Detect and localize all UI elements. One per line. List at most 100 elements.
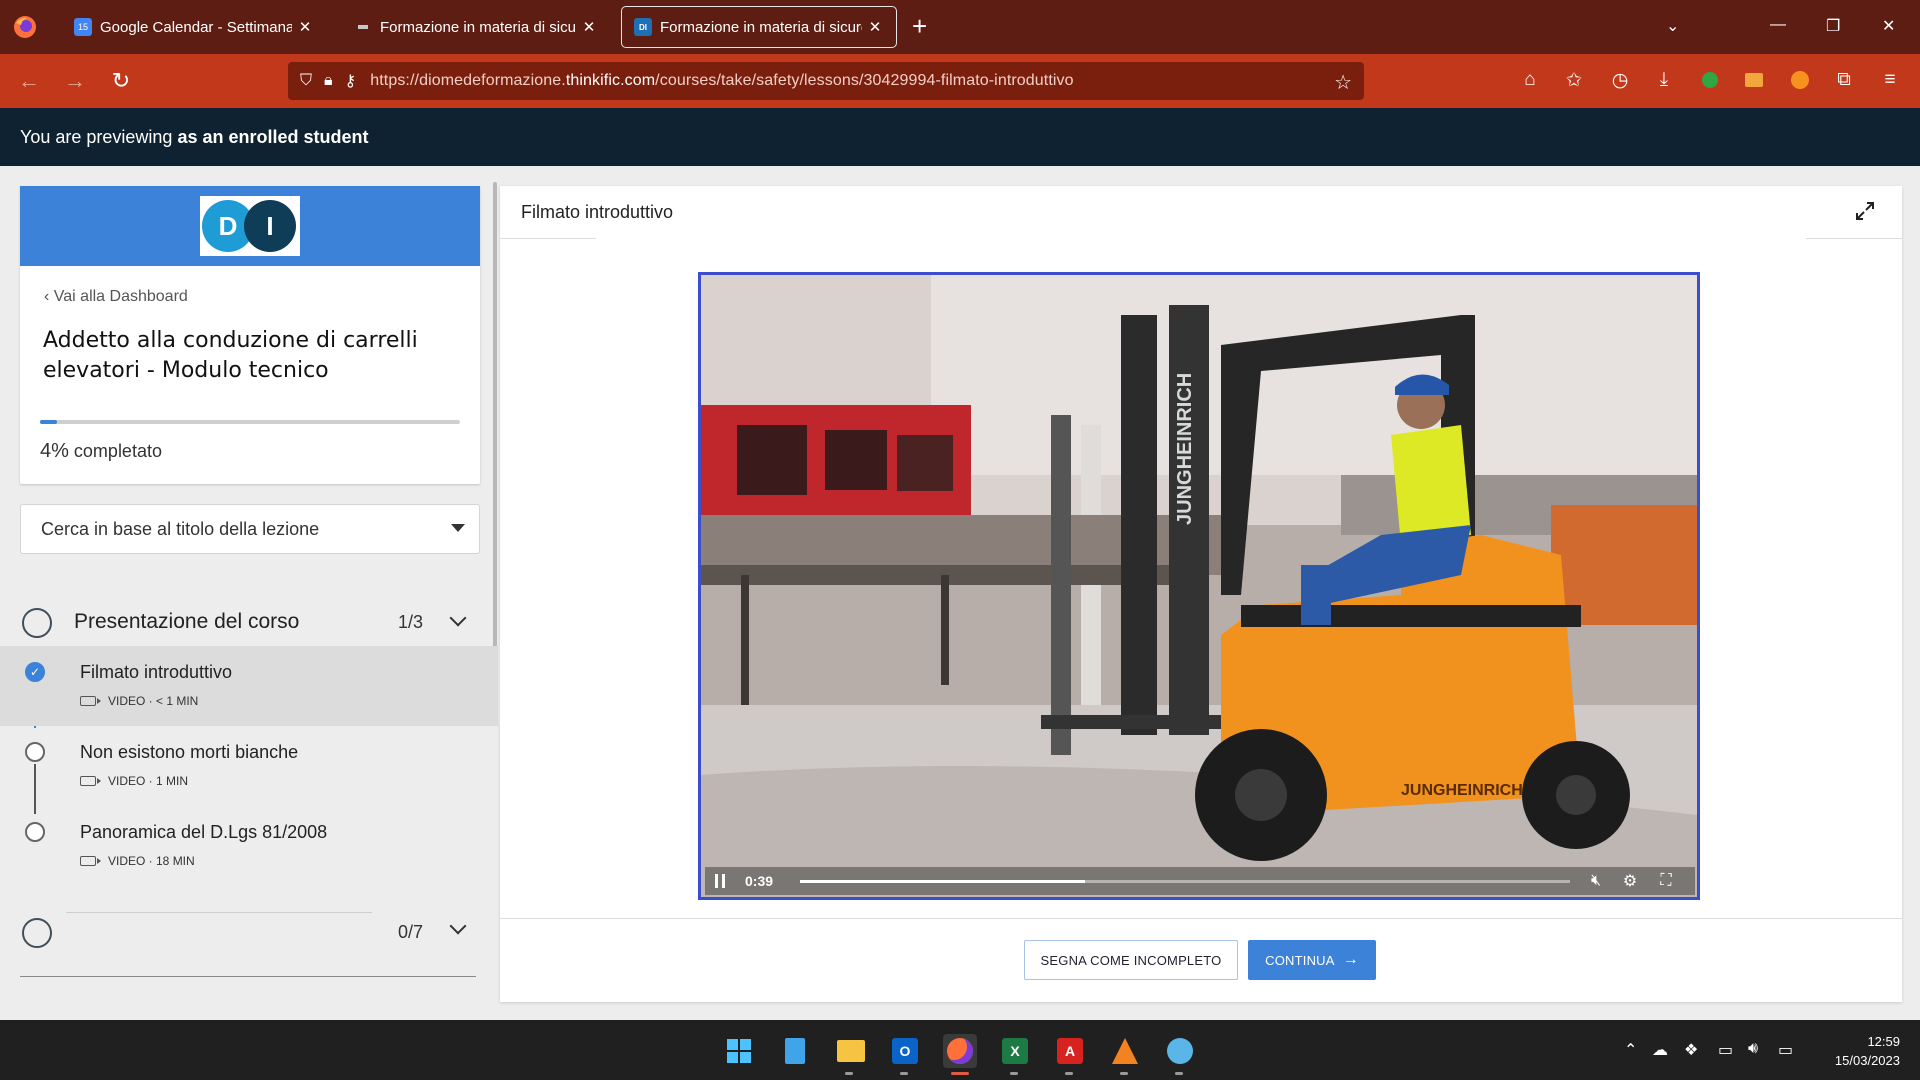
app-indicator (1175, 1072, 1183, 1075)
chapter-title: Presentazione del corso (74, 610, 300, 633)
course-progress-label: 4% completato (40, 440, 162, 462)
volume-icon[interactable]: 🔊︎ (1748, 1040, 1758, 1058)
list-all-tabs-icon[interactable]: ⌄ (1666, 16, 1679, 36)
pause-button[interactable] (705, 867, 735, 895)
vlc-icon[interactable] (1108, 1034, 1142, 1068)
extension-orange-icon[interactable] (1786, 66, 1814, 94)
fullscreen-icon[interactable]: ⛶ (1655, 871, 1677, 891)
video-seek-played (800, 880, 1085, 883)
expand-icon[interactable] (1854, 200, 1876, 222)
volume-muted-icon[interactable]: 🔇︎ (1585, 871, 1607, 891)
notepad-icon[interactable] (778, 1034, 812, 1068)
acrobat-icon[interactable]: A (1053, 1034, 1087, 1068)
course-title: Addetto alla conduzione di carrelli elev… (43, 328, 418, 383)
tab-title: Formazione in materia di sicurez (380, 18, 576, 36)
outlook-icon[interactable]: O (888, 1034, 922, 1068)
course-progress-bar (40, 420, 460, 424)
thinkific-icon (354, 18, 372, 36)
lesson-item-panoramica-dlgs[interactable]: Panoramica del D.Lgs 81/2008 VIDEO · 18 … (0, 806, 498, 886)
minimize-icon[interactable]: — (1770, 16, 1786, 34)
chevron-down-icon[interactable] (449, 609, 467, 627)
chapter-status-icon (22, 918, 52, 948)
preview-text: You are previewing (20, 126, 173, 147)
video-seek-bar[interactable] (800, 880, 1570, 883)
continue-button[interactable]: CONTINUA → (1248, 940, 1376, 980)
tab-close-icon[interactable]: ✕ (580, 18, 598, 36)
lock-icon[interactable]: 🔒︎ (324, 72, 333, 90)
video-camera-icon (80, 856, 101, 866)
cast-icon[interactable] (1740, 66, 1768, 94)
history-icon[interactable]: ◷ (1606, 66, 1634, 94)
app-indicator (1065, 1072, 1073, 1075)
bookmark-star-icon[interactable]: ☆ (1334, 70, 1352, 95)
tab-formazione-active[interactable]: DI Formazione in materia di sicurez ✕ (621, 6, 897, 48)
header-divider (1806, 238, 1902, 239)
chapter-divider (20, 976, 476, 977)
tab-google-calendar[interactable]: 15 Google Calendar - Settimana de ✕ (62, 6, 326, 48)
course-sidebar: D I ‹ Vai alla Dashboard Addetto alla co… (0, 166, 498, 1020)
battery-icon[interactable]: ▭ (1778, 1040, 1793, 1060)
extensions-puzzle-icon[interactable]: ⧉ (1830, 66, 1858, 94)
tab-close-icon[interactable]: ✕ (296, 18, 314, 36)
dropdown-caret-icon (451, 524, 465, 532)
preview-banner: You are previewing as an enrolled studen… (0, 108, 1920, 166)
windows-taskbar: O X A ⌃ ☁ ❖ ▭ 🔊︎ ▭ 12:59 15/03/2023 (0, 1020, 1920, 1080)
restore-icon[interactable]: ❐ (1826, 16, 1840, 36)
url-text[interactable]: https://diomedeformazione.thinkific.com/… (370, 72, 1073, 90)
tab-formazione-1[interactable]: Formazione in materia di sicurez ✕ (342, 6, 610, 48)
forward-icon[interactable]: → (60, 66, 90, 96)
mark-incomplete-button[interactable]: SEGNA COME INCOMPLETO (1024, 940, 1238, 980)
firefox-icon[interactable] (943, 1034, 977, 1068)
bookmarks-icon[interactable]: ✩ (1560, 66, 1588, 94)
system-clock[interactable]: 12:59 15/03/2023 (1820, 1032, 1900, 1070)
lesson-meta: VIDEO · 18 MIN (80, 854, 195, 868)
network-icon[interactable]: ▭ (1718, 1040, 1733, 1060)
windows-start-icon[interactable] (722, 1034, 756, 1068)
lesson-status-icon (25, 822, 45, 842)
chapter-2[interactable]: 0/7 (0, 908, 498, 998)
lesson-item-filmato-introduttivo[interactable]: ✓ Filmato introduttivo VIDEO · < 1 MIN (0, 646, 498, 726)
school-logo: D I (200, 196, 300, 256)
back-to-dashboard-link[interactable]: ‹ Vai alla Dashboard (44, 288, 188, 306)
onedrive-icon[interactable]: ☁ (1652, 1040, 1668, 1060)
close-window-icon[interactable]: ✕ (1882, 16, 1895, 36)
google-calendar-icon: 15 (74, 18, 92, 36)
check-icon: ✓ (25, 662, 45, 682)
course-card-header: D I (20, 186, 480, 266)
hamburger-menu-icon[interactable]: ≡ (1876, 66, 1904, 94)
video-frame-forklift: JUNGHEINRICH JUNGHEINRICH (701, 275, 1697, 897)
browser-tab-bar: 15 Google Calendar - Settimana de ✕ Form… (0, 0, 1920, 54)
tab-close-icon[interactable]: ✕ (866, 18, 884, 36)
shield-icon[interactable]: ⛉ (300, 72, 312, 90)
lesson-search-dropdown[interactable]: Cerca in base al titolo della lezione (20, 504, 480, 554)
video-controls: 0:39 🔇︎ ⚙ ⛶ (705, 867, 1695, 895)
chevron-left-icon: ‹ (44, 288, 50, 305)
lesson-item-non-esistono-morti-bianche[interactable]: Non esistono morti bianche VIDEO · 1 MIN (0, 726, 498, 806)
chevron-down-icon[interactable] (449, 917, 467, 935)
paint-icon[interactable] (1163, 1034, 1197, 1068)
lesson-heading: Filmato introduttivo (521, 202, 674, 222)
course-progress-fill (40, 420, 57, 424)
url-bar[interactable]: ⛉ 🔒︎ ⚷ https://diomedeformazione.thinkif… (288, 62, 1364, 100)
back-icon[interactable]: ← (14, 66, 44, 96)
forklift-brand-text: JUNGHEINRICH (1401, 782, 1523, 799)
home-icon[interactable]: ⌂ (1516, 66, 1544, 94)
settings-gear-icon[interactable]: ⚙ (1619, 871, 1641, 891)
file-explorer-icon[interactable] (834, 1034, 868, 1068)
firefox-menu-icon[interactable] (12, 14, 38, 40)
chevron-up-icon[interactable]: ⌃ (1624, 1040, 1637, 1060)
excel-icon[interactable]: X (998, 1034, 1032, 1068)
chapter-count: 1/3 (398, 612, 424, 632)
footer-divider (500, 918, 1902, 919)
downloads-icon[interactable]: ⤓ (1650, 66, 1678, 94)
lesson-header: Filmato introduttivo (500, 186, 1902, 239)
extension-green-icon[interactable] (1696, 66, 1724, 94)
permissions-icon[interactable]: ⚷ (345, 71, 357, 91)
dropbox-icon[interactable]: ❖ (1684, 1040, 1698, 1060)
new-tab-button[interactable]: + (912, 12, 927, 40)
tab-title: Formazione in materia di sicurez (660, 18, 862, 36)
video-player[interactable]: JUNGHEINRICH JUNGHEINRICH 0:39 🔇︎ ⚙ ⛶ (698, 272, 1700, 900)
forklift-mast-brand-text: JUNGHEINRICH (1174, 373, 1196, 525)
reload-icon[interactable]: ↻ (106, 66, 136, 96)
course-card: D I ‹ Vai alla Dashboard Addetto alla co… (20, 186, 480, 484)
